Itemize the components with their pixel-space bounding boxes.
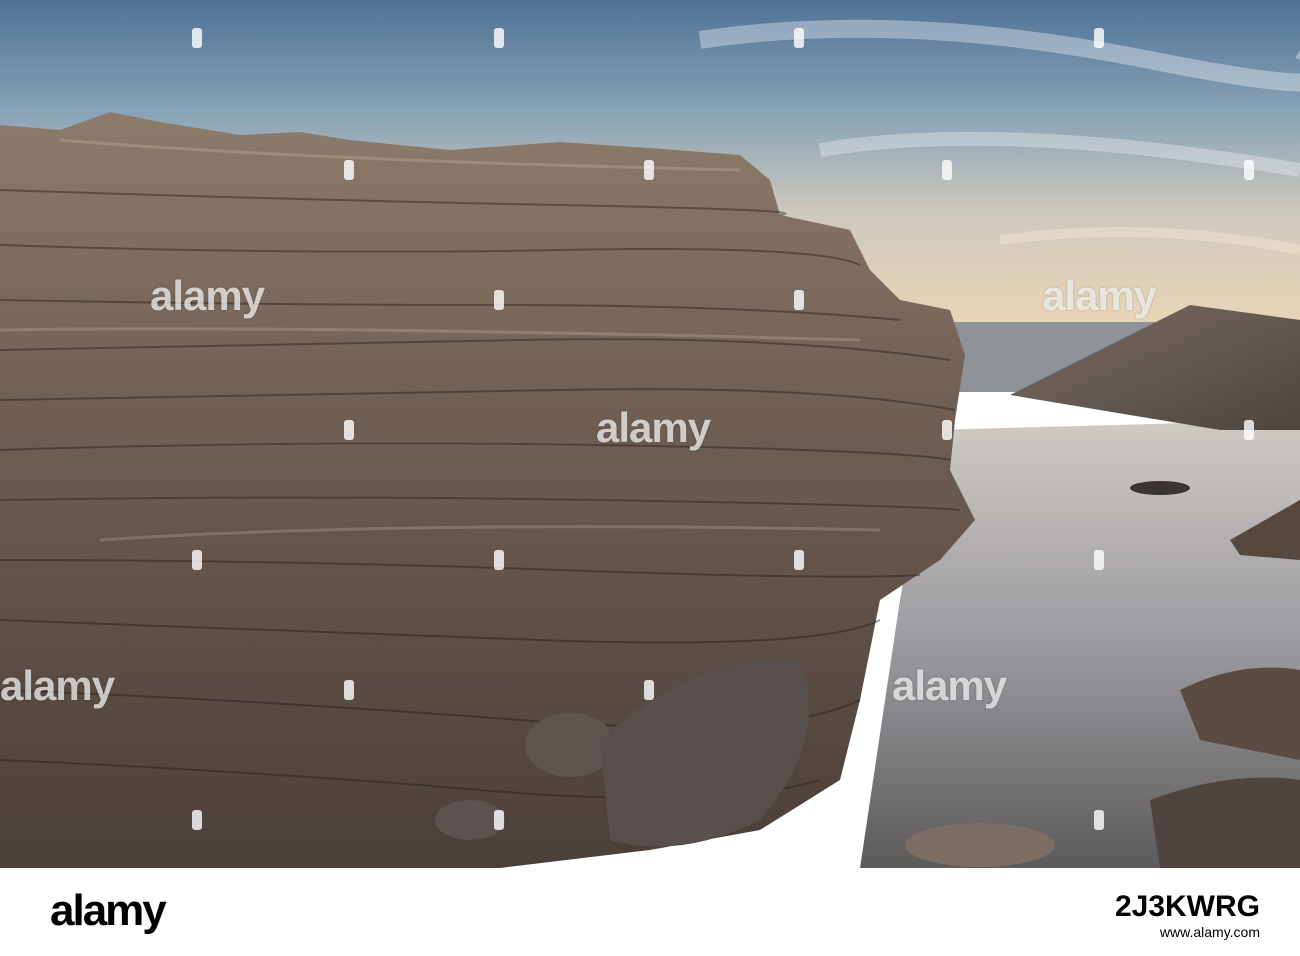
watermark: alamy bbox=[892, 662, 1007, 709]
watermark-mark bbox=[344, 680, 354, 700]
watermark-mark bbox=[794, 290, 804, 310]
small-rock bbox=[1130, 481, 1190, 495]
watermark-mark bbox=[494, 290, 504, 310]
watermark-mark bbox=[494, 28, 504, 48]
watermark-mark bbox=[1244, 420, 1254, 440]
watermark-mark bbox=[644, 680, 654, 700]
watermark-mark bbox=[1094, 550, 1104, 570]
photo: alamy alamy alamy alamy alamy bbox=[0, 0, 1300, 868]
watermark-mark bbox=[192, 550, 202, 570]
watermark: alamy bbox=[0, 662, 115, 709]
watermark-mark bbox=[344, 420, 354, 440]
watermark-mark bbox=[942, 420, 952, 440]
watermark-mark bbox=[494, 550, 504, 570]
watermark: alamy bbox=[150, 272, 265, 319]
watermark-mark bbox=[494, 810, 504, 830]
watermark-mark bbox=[1094, 28, 1104, 48]
watermark-mark bbox=[644, 160, 654, 180]
boulder bbox=[905, 823, 1055, 867]
watermark-mark bbox=[794, 810, 804, 830]
watermark-mark bbox=[192, 810, 202, 830]
watermark-mark bbox=[344, 160, 354, 180]
watermark: alamy bbox=[1042, 272, 1157, 319]
watermark-mark bbox=[794, 550, 804, 570]
site-url[interactable]: www.alamy.com bbox=[1160, 924, 1260, 940]
watermark: alamy bbox=[596, 404, 711, 451]
alamy-logo[interactable]: alamy bbox=[50, 886, 167, 936]
watermark-mark bbox=[942, 160, 952, 180]
watermark-mark bbox=[1244, 160, 1254, 180]
watermark-mark bbox=[794, 28, 804, 48]
watermark-mark bbox=[1094, 810, 1104, 830]
image-id: 2J3KWRG bbox=[1114, 890, 1260, 923]
footer-bar: alamy 2J3KWRG www.alamy.com bbox=[0, 868, 1300, 956]
watermark-mark bbox=[192, 28, 202, 48]
